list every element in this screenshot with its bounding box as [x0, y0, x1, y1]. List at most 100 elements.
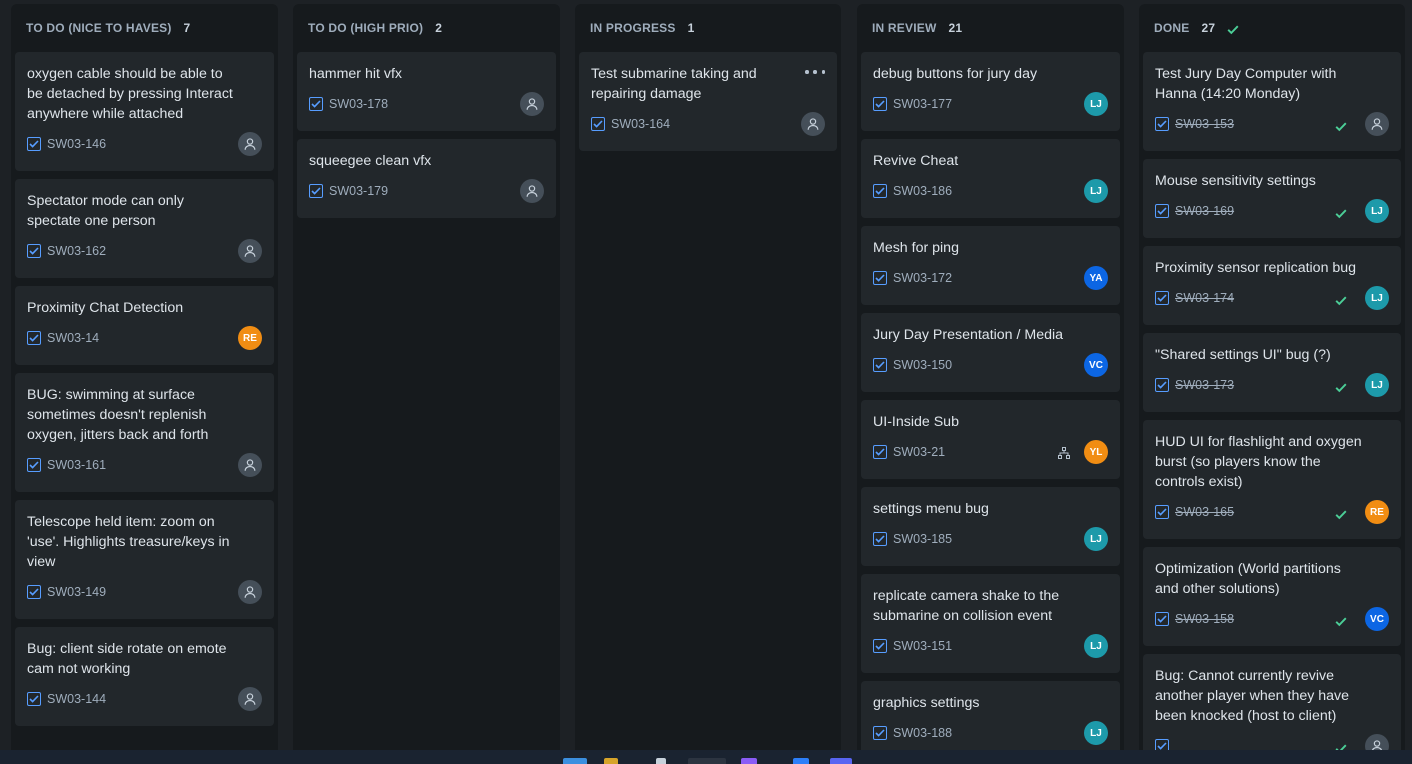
assignee-avatar[interactable]: LJ	[1365, 373, 1389, 397]
issue-card[interactable]: replicate camera shake to the submarine …	[861, 574, 1120, 673]
issue-card[interactable]: squeegee clean vfx SW03-179	[297, 139, 556, 218]
card-title: Proximity Chat Detection	[27, 300, 184, 316]
issue-card[interactable]: oxygen cable should be able to be detach…	[15, 52, 274, 171]
issue-card[interactable]: "Shared settings UI" bug (?) SW03-173 LJ	[1143, 333, 1401, 412]
card-footer: SW03-179	[309, 175, 544, 207]
issue-key[interactable]: SW03-172	[893, 271, 952, 285]
issue-card[interactable]: Bug: client side rotate on emote cam not…	[15, 627, 274, 726]
issue-card[interactable]: BUG: swimming at surface sometimes doesn…	[15, 373, 274, 492]
assignee-avatar[interactable]: YL	[1084, 440, 1108, 464]
issue-key[interactable]: SW03-186	[893, 184, 952, 198]
issue-card[interactable]: Mouse sensitivity settings SW03-169 LJ	[1143, 159, 1401, 238]
issue-key[interactable]: SW03-150	[893, 358, 952, 372]
assignee-avatar[interactable]: VC	[1365, 607, 1389, 631]
issue-card[interactable]: UI-Inside Sub SW03-21 YL	[861, 400, 1120, 479]
taskbar-active-app-icon[interactable]	[688, 758, 726, 764]
taskbar-notification-app-icon[interactable]	[830, 758, 852, 764]
issue-card[interactable]: Spectator mode can only spectate one per…	[15, 179, 274, 278]
unassigned-user-icon[interactable]	[238, 239, 262, 263]
unassigned-user-icon[interactable]	[801, 112, 825, 136]
unassigned-user-icon[interactable]	[238, 687, 262, 711]
issue-card[interactable]: Bug: Cannot currently revive another pla…	[1143, 654, 1401, 756]
issue-card[interactable]: debug buttons for jury day SW03-177 LJ	[861, 52, 1120, 131]
issue-key[interactable]: SW03-178	[329, 97, 388, 111]
issue-key[interactable]: SW03-174	[1175, 291, 1234, 305]
issue-card[interactable]: settings menu bug SW03-185 LJ	[861, 487, 1120, 566]
column-header[interactable]: IN REVIEW 21	[857, 4, 1124, 52]
column-header[interactable]: TO DO (HIGH PRIO) 2	[293, 4, 560, 52]
issue-key[interactable]: SW03-153	[1175, 117, 1234, 131]
issue-key[interactable]: SW03-164	[611, 117, 670, 131]
card-title: replicate camera shake to the submarine …	[873, 588, 1060, 624]
assignee-avatar[interactable]: LJ	[1084, 634, 1108, 658]
issue-key[interactable]: SW03-169	[1175, 204, 1234, 218]
unassigned-user-icon[interactable]	[520, 179, 544, 203]
card-title: hammer hit vfx	[309, 66, 403, 82]
issue-key[interactable]: SW03-146	[47, 137, 106, 151]
unassigned-user-icon[interactable]	[520, 92, 544, 116]
issue-card[interactable]: graphics settings SW03-188 LJ	[861, 681, 1120, 756]
card-footer: SW03-150 VC	[873, 349, 1108, 381]
assignee-avatar[interactable]: LJ	[1084, 179, 1108, 203]
assignee-avatar[interactable]: LJ	[1365, 199, 1389, 223]
issue-card[interactable]: hammer hit vfx SW03-178	[297, 52, 556, 131]
column-header[interactable]: DONE 27	[1139, 4, 1405, 52]
assignee-avatar[interactable]: YA	[1084, 266, 1108, 290]
issue-card[interactable]: Test Jury Day Computer with Hanna (14:20…	[1143, 52, 1401, 151]
task-type-icon	[873, 271, 887, 285]
unassigned-user-icon[interactable]	[238, 132, 262, 156]
issue-key[interactable]: SW03-162	[47, 244, 106, 258]
issue-key[interactable]: SW03-161	[47, 458, 106, 472]
issue-card[interactable]: Test submarine taking and repairing dama…	[579, 52, 837, 151]
assignee-avatar[interactable]: LJ	[1365, 286, 1389, 310]
card-title: Optimization (World partitions and other…	[1155, 561, 1341, 597]
unassigned-user-icon[interactable]	[1365, 112, 1389, 136]
issue-card[interactable]: Telescope held item: zoom on 'use'. High…	[15, 500, 274, 619]
task-type-icon	[873, 726, 887, 740]
taskbar-purple-app-icon[interactable]	[741, 758, 757, 764]
issue-key[interactable]: SW03-165	[1175, 505, 1234, 519]
assignee-avatar[interactable]: RE	[1365, 500, 1389, 524]
column-header[interactable]: IN PROGRESS 1	[575, 4, 841, 52]
issue-key[interactable]: SW03-149	[47, 585, 106, 599]
card-title: Jury Day Presentation / Media	[873, 327, 1064, 343]
unassigned-user-icon[interactable]	[238, 453, 262, 477]
issue-key[interactable]: SW03-185	[893, 532, 952, 546]
taskbar-windows-icon[interactable]	[563, 758, 587, 764]
task-type-icon	[873, 532, 887, 546]
issue-key[interactable]: SW03-179	[329, 184, 388, 198]
assignee-avatar[interactable]: RE	[238, 326, 262, 350]
assignee-avatar[interactable]: LJ	[1084, 527, 1108, 551]
column-count: 7	[183, 21, 191, 35]
taskbar-blue-app-icon[interactable]	[793, 758, 809, 764]
issue-key[interactable]: SW03-14	[47, 331, 99, 345]
taskbar-app-icon[interactable]	[656, 758, 666, 764]
more-actions-icon[interactable]	[805, 66, 825, 78]
assignee-avatar[interactable]: LJ	[1084, 92, 1108, 116]
issue-key[interactable]: SW03-188	[893, 726, 952, 740]
taskbar-folder-icon[interactable]	[604, 758, 618, 764]
issue-card[interactable]: Optimization (World partitions and other…	[1143, 547, 1401, 646]
column-header[interactable]: TO DO (NICE TO HAVES) 7	[11, 4, 278, 52]
issue-card[interactable]: Proximity sensor replication bug SW03-174…	[1143, 246, 1401, 325]
assignee-avatar[interactable]: LJ	[1084, 721, 1108, 745]
issue-key[interactable]: SW03-144	[47, 692, 106, 706]
unassigned-user-icon[interactable]	[238, 580, 262, 604]
issue-card[interactable]: HUD UI for flashlight and oxygen burst (…	[1143, 420, 1401, 539]
issue-card[interactable]: Revive Cheat SW03-186 LJ	[861, 139, 1120, 218]
column-title: DONE	[1154, 21, 1190, 35]
issue-key[interactable]: SW03-173	[1175, 378, 1234, 392]
issue-card[interactable]: Mesh for ping SW03-172 YA	[861, 226, 1120, 305]
issue-card[interactable]: Proximity Chat Detection SW03-14 RE	[15, 286, 274, 365]
kanban-board: TO DO (NICE TO HAVES) 7 oxygen cable shoul…	[0, 0, 1412, 764]
card-footer: SW03-162	[27, 235, 262, 267]
card-list: Test Jury Day Computer with Hanna (14:20…	[1139, 52, 1405, 756]
issue-key[interactable]: SW03-158	[1175, 612, 1234, 626]
issue-key[interactable]: SW03-151	[893, 639, 952, 653]
issue-key[interactable]: SW03-177	[893, 97, 952, 111]
issue-key[interactable]: SW03-21	[893, 445, 945, 459]
issue-card[interactable]: Jury Day Presentation / Media SW03-150 VC	[861, 313, 1120, 392]
assignee-avatar[interactable]: VC	[1084, 353, 1108, 377]
card-list: debug buttons for jury day SW03-177 LJ Revi…	[857, 52, 1124, 756]
column-2: TO DO (HIGH PRIO) 2 hammer hit vfx SW03-178…	[293, 4, 560, 756]
